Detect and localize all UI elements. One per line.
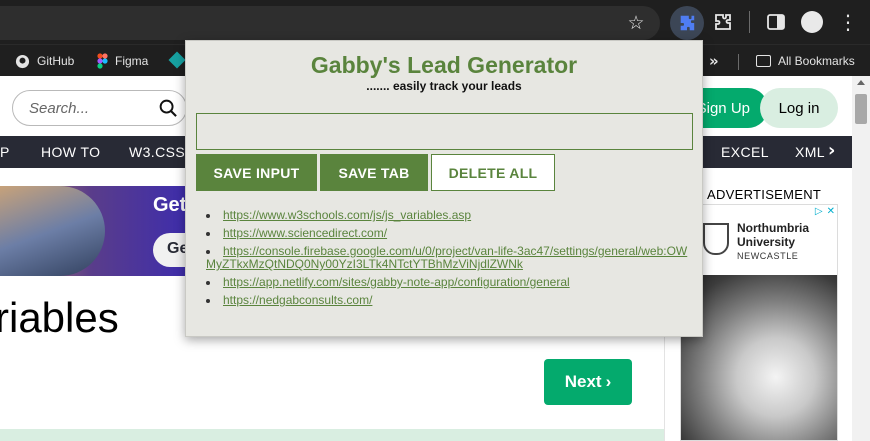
search-placeholder: Search... [29,100,90,117]
next-button[interactable]: Next › [544,359,632,405]
lead-link[interactable]: https://nedgabconsults.com/ [223,293,372,307]
address-bar[interactable] [0,6,660,40]
banner-photo [0,186,105,276]
list-item: https://console.firebase.google.com/u/0/… [206,245,694,271]
side-panel-icon[interactable] [764,9,788,35]
profile-avatar[interactable] [801,11,823,33]
bookmark-label: Figma [115,54,149,68]
nav-scroll-right-icon[interactable]: › [828,140,835,161]
bottom-strip [0,429,664,441]
lead-link[interactable]: https://console.firebase.google.com/u/0/… [206,244,687,271]
lead-link[interactable]: https://www.w3schools.com/js/js_variable… [223,208,471,222]
promo-banner[interactable]: Get Ge [0,186,200,276]
lead-link[interactable]: https://www.sciencedirect.com/ [223,226,387,240]
list-item: https://www.w3schools.com/js/js_variable… [206,209,694,222]
advertisement-label: ADVERTISEMENT [707,187,822,202]
advertisement[interactable]: Northumbria University NEWCASTLE ▷ ✕ [680,204,838,441]
nav-item-xml[interactable]: XML [795,144,825,160]
ad-choices-icon[interactable]: ▷ ✕ [805,206,835,218]
bookmark-github[interactable]: GitHub [15,52,74,70]
bookmark-figma[interactable]: Figma [97,52,148,70]
browser-toolbar: ☆ ⋮ [0,0,870,44]
browser-menu-icon[interactable]: ⋮ [838,9,858,35]
extensions-puzzle-icon[interactable] [710,8,736,36]
site-search-input[interactable]: Search... [12,90,187,126]
extension-popup: Gabby's Lead Generator ....... easily tr… [185,40,703,337]
search-icon[interactable] [159,99,178,118]
github-icon [15,54,30,68]
toolbar-divider [749,11,750,33]
popup-title: Gabby's Lead Generator [310,52,578,78]
lead-link[interactable]: https://app.netlify.com/sites/gabby-note… [223,275,570,289]
lead-list: https://www.w3schools.com/js/js_variable… [206,209,694,312]
nav-item-how-to[interactable]: HOW TO [41,144,100,160]
next-label: Next [564,372,602,391]
figma-icon [97,53,108,69]
page-scrollbar[interactable] [852,76,870,441]
bookmark-teal-icon[interactable] [168,51,186,69]
list-item: https://app.netlify.com/sites/gabby-note… [206,276,694,289]
nav-item-partial[interactable]: P [0,144,10,160]
banner-text: Get [153,194,187,216]
delete-all-button[interactable]: DELETE ALL [431,154,555,191]
bookmarks-divider [738,54,739,70]
lead-input[interactable] [196,113,693,150]
popup-subtitle: ....... easily track your leads [366,79,522,93]
ad-city: NEWCASTLE [737,251,799,261]
scroll-thumb[interactable] [855,94,867,124]
ad-image [681,275,837,440]
list-item: https://nedgabconsults.com/ [206,294,694,307]
active-extension-icon[interactable] [670,6,704,40]
nav-item-w3css[interactable]: W3.CSS [129,144,185,160]
nav-item-excel[interactable]: EXCEL [721,144,769,160]
chevron-right-icon: › [605,372,612,391]
bookmark-star-icon[interactable]: ☆ [623,10,649,36]
bookmark-label: GitHub [37,54,75,68]
ad-university-name: Northumbria University [737,221,809,249]
folder-icon [756,55,771,67]
page-title: riables [0,294,119,341]
all-bookmarks-label: All Bookmarks [778,54,855,68]
save-tab-button[interactable]: SAVE TAB [320,154,428,191]
save-input-button[interactable]: SAVE INPUT [196,154,317,191]
all-bookmarks-button[interactable]: All Bookmarks [756,52,855,70]
list-item: https://www.sciencedirect.com/ [206,227,694,240]
log-in-button[interactable]: Log in [760,88,838,128]
scroll-up-icon[interactable] [857,80,865,85]
university-crest-icon [703,223,729,255]
bookmarks-overflow-button[interactable]: » [709,52,719,70]
